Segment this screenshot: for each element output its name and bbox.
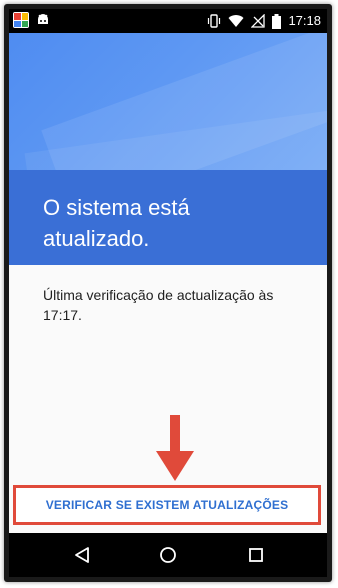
- home-button[interactable]: [157, 544, 179, 566]
- back-icon: [75, 547, 89, 563]
- arrow-down-icon: [156, 415, 194, 481]
- check-updates-label: VERIFICAR SE EXISTEM ATUALIZAÇÕES: [45, 498, 289, 512]
- navigation-bar: [9, 533, 327, 577]
- header-banner: [9, 33, 327, 170]
- status-bar: 17:18: [9, 9, 327, 33]
- recents-icon: [249, 548, 263, 562]
- android-icon: [38, 14, 48, 24]
- vibrate-icon: [208, 14, 221, 28]
- recents-button[interactable]: [245, 544, 267, 566]
- home-icon: [160, 547, 176, 563]
- status-time: 17:18: [288, 13, 321, 28]
- no-signal-icon: [251, 14, 266, 28]
- back-button[interactable]: [71, 544, 93, 566]
- app-launcher-icon: [13, 12, 29, 28]
- wifi-icon: [228, 15, 244, 27]
- screen: 17:18 O sistema está atualizado. Última …: [9, 9, 327, 577]
- header-title-band: O sistema está atualizado.: [9, 170, 327, 265]
- device-frame: 17:18 O sistema está atualizado. Última …: [4, 4, 332, 582]
- check-updates-button[interactable]: VERIFICAR SE EXISTEM ATUALIZAÇÕES: [13, 485, 321, 525]
- page-title: O sistema está atualizado.: [43, 195, 190, 251]
- last-check-text: Última verificação de actualização às 17…: [43, 287, 274, 323]
- battery-icon: [272, 13, 282, 29]
